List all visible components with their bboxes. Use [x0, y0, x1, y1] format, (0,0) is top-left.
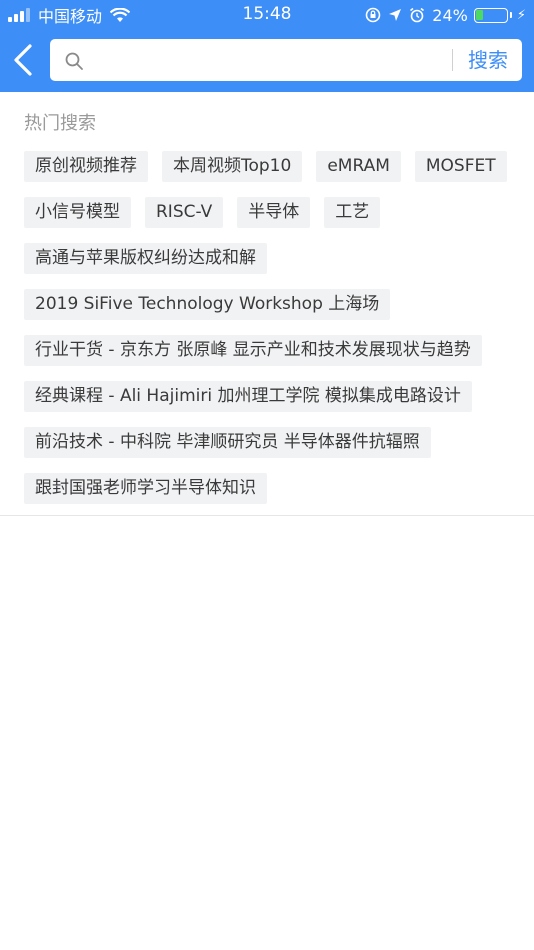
search-divider [452, 49, 453, 71]
hot-search-tag[interactable]: 前沿技术 - 中科院 毕津顺研究员 半导体器件抗辐照 [24, 427, 431, 458]
search-button[interactable]: 搜索 [454, 39, 522, 81]
hot-search-tag[interactable]: RISC-V [145, 197, 224, 228]
hot-search-tag[interactable]: 半导体 [237, 197, 311, 228]
chevron-left-icon [14, 44, 32, 76]
status-right: 24% ⚡ [365, 4, 526, 26]
hot-search-tag[interactable]: 行业干货 - 京东方 张原峰 显示产业和技术发展现状与趋势 [24, 335, 482, 366]
hot-search-tag[interactable]: 本周视频Top10 [162, 151, 303, 182]
status-bar: 中国移动 15:48 24% ⚡ [0, 0, 534, 30]
hot-search-tag[interactable]: 小信号模型 [24, 197, 131, 228]
battery-fill [476, 10, 484, 20]
charging-icon: ⚡ [516, 7, 526, 23]
hot-search-title: 热门搜索 [24, 113, 96, 134]
hot-search-tag[interactable]: 2019 SiFive Technology Workshop 上海场 [24, 289, 391, 320]
battery-icon [473, 7, 508, 23]
hot-search-tag[interactable]: 原创视频推荐 [24, 151, 148, 182]
hot-search-tags: 原创视频推荐 本周视频Top10 eMRAM MOSFET 小信号模型 RISC-V 半导体… [24, 151, 534, 519]
search-box[interactable]: 搜索 [50, 39, 522, 81]
rotation-lock-icon [365, 7, 381, 23]
hot-search-tag[interactable]: 高通与苹果版权纠纷达成和解 [24, 243, 267, 274]
hot-search-tag[interactable]: eMRAM [316, 151, 401, 182]
alarm-icon [410, 7, 425, 23]
hot-search-tag[interactable]: 工艺 [324, 197, 381, 228]
search-input[interactable] [94, 45, 484, 75]
battery-percent: 24% [432, 5, 468, 25]
search-icon [65, 52, 83, 70]
hot-search-tag[interactable]: 跟封国强老师学习半导体知识 [24, 473, 267, 504]
hot-search-tag[interactable]: 经典课程 - Ali Hajimiri 加州理工学院 模拟集成电路设计 [24, 381, 472, 412]
hot-search-tag[interactable]: MOSFET [414, 151, 507, 182]
battery-tip [509, 12, 512, 18]
back-button[interactable] [6, 40, 46, 80]
search-header: 搜索 [0, 30, 534, 92]
section-divider [0, 515, 534, 516]
location-icon [389, 9, 402, 21]
